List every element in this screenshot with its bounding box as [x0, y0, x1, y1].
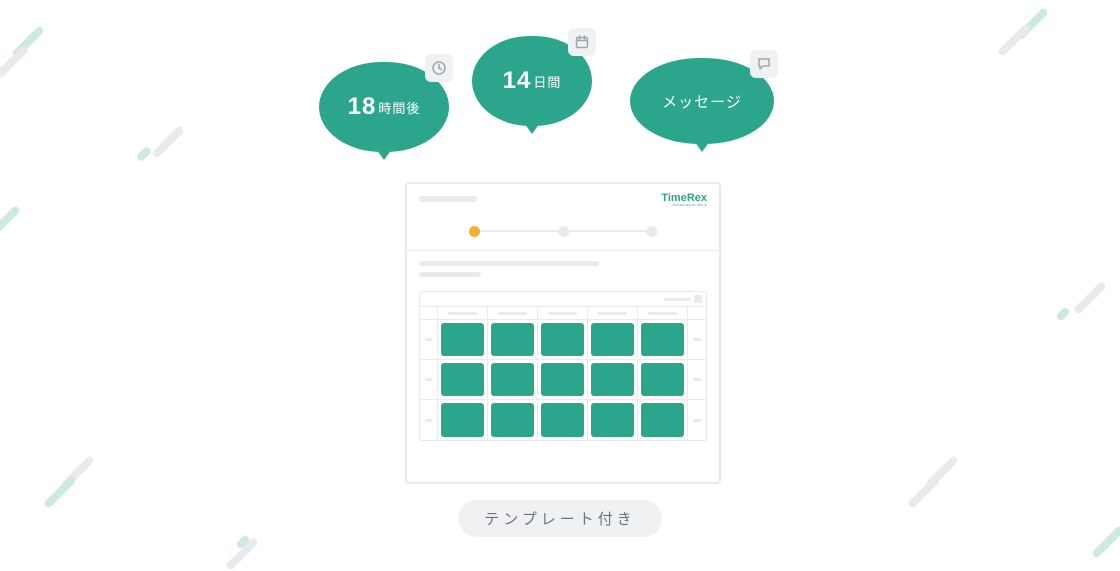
calendar-grid — [419, 291, 707, 441]
placeholder-line — [419, 261, 599, 266]
calendar-slot — [591, 363, 634, 396]
decorative-stripe — [997, 23, 1031, 57]
decorative-stripe — [1055, 306, 1071, 322]
calendar-header-row — [420, 307, 706, 320]
calendar-slot — [541, 323, 584, 356]
step-dot-3 — [646, 226, 657, 237]
panel-header: TimeRex PRODUCED BY MIXIN — [407, 184, 719, 251]
calendar-slot — [491, 403, 534, 437]
decorative-stripe — [151, 125, 185, 159]
calendar-slot — [641, 363, 684, 396]
calendar-preview-panel: TimeRex PRODUCED BY MIXIN — [405, 182, 721, 484]
calendar-slot — [641, 403, 684, 437]
chat-icon — [750, 50, 778, 78]
bubble-message: メッセージ — [630, 58, 774, 144]
header-placeholder — [419, 196, 477, 202]
bubble-time: 18 時間後 — [319, 62, 449, 152]
decorative-stripe — [907, 475, 941, 509]
step-dot-2 — [558, 226, 569, 237]
calendar-slot — [541, 363, 584, 396]
panel-body — [407, 251, 719, 453]
bubble-time-number: 18 — [348, 93, 377, 121]
calendar-slot — [541, 403, 584, 437]
calendar-toolbar — [420, 292, 706, 307]
step-dot-1 — [469, 226, 480, 237]
calendar-slot — [591, 403, 634, 437]
decorative-stripe — [43, 475, 77, 509]
bubble-days-number: 14 — [503, 67, 532, 95]
progress-stepper — [469, 224, 657, 238]
decorative-stripe — [1073, 281, 1107, 315]
calendar-slot — [641, 323, 684, 356]
bubble-days: 14 日間 — [472, 36, 592, 126]
brand-logo: TimeRex PRODUCED BY MIXIN — [661, 192, 707, 207]
calendar-icon — [568, 28, 596, 56]
placeholder-line — [419, 272, 481, 277]
calendar-row — [420, 400, 706, 440]
calendar-slot — [491, 363, 534, 396]
clock-icon — [425, 54, 453, 82]
calendar-slot — [441, 363, 484, 396]
calendar-row — [420, 320, 706, 360]
calendar-slot — [491, 323, 534, 356]
decorative-stripe — [136, 146, 153, 163]
calendar-row — [420, 360, 706, 400]
bubble-time-suffix: 時間後 — [378, 98, 420, 117]
decorative-stripe — [0, 205, 21, 239]
decorative-stripe — [1091, 525, 1120, 559]
bubble-message-text: メッセージ — [662, 91, 742, 112]
bubble-days-suffix: 日間 — [533, 72, 561, 91]
calendar-slot — [441, 323, 484, 356]
template-badge: テンプレート付き — [458, 500, 662, 537]
calendar-slot — [441, 403, 484, 437]
calendar-slot — [591, 323, 634, 356]
